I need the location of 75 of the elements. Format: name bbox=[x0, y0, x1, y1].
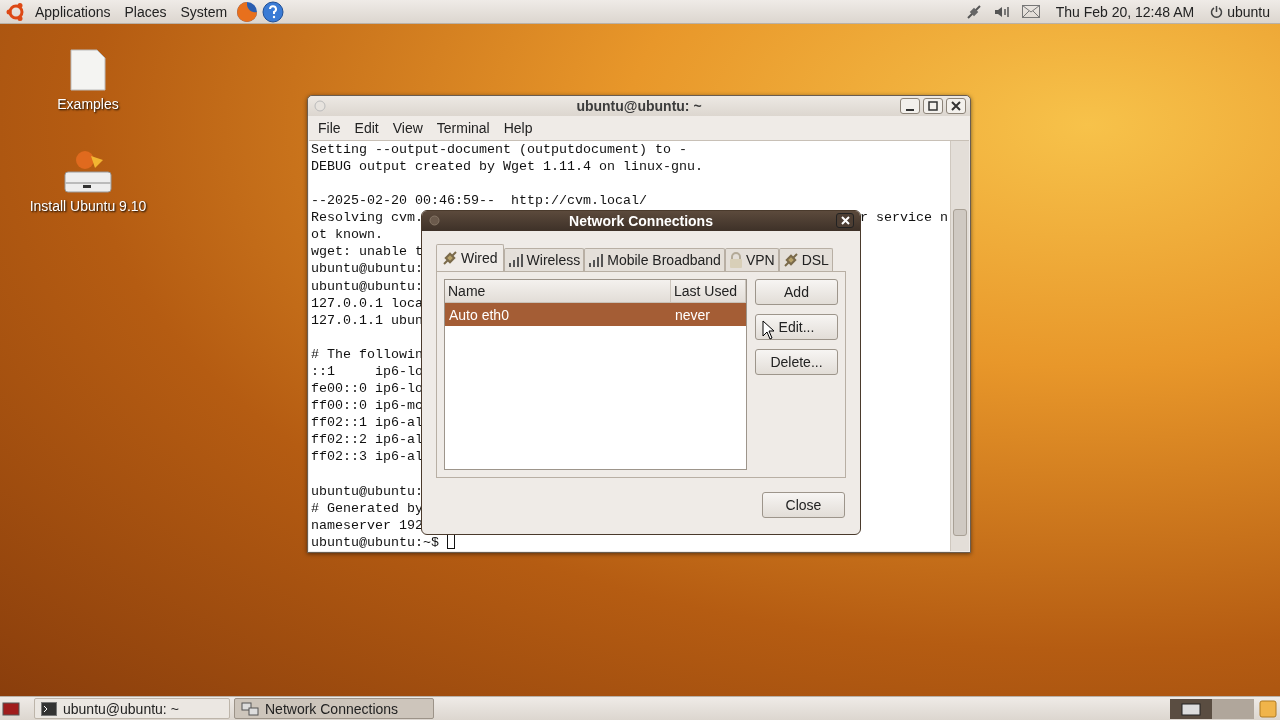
panel-menu[interactable]: Applications bbox=[30, 3, 116, 20]
table-cell-text: never bbox=[674, 305, 712, 325]
plug-icon bbox=[442, 250, 458, 266]
tab[interactable]: VPN bbox=[724, 248, 779, 271]
signal-bars-icon bbox=[507, 253, 524, 267]
menu-item[interactable]: Terminal bbox=[430, 120, 496, 137]
window-title: ubuntu@ubuntu: ~ bbox=[576, 98, 702, 115]
terminal-icon bbox=[41, 701, 57, 716]
action-button[interactable]: Delete... bbox=[755, 349, 838, 375]
terminal-line: ff00::0 ip6-mc bbox=[311, 397, 423, 415]
connection-row[interactable]: Auto eth0 never bbox=[445, 303, 746, 326]
panel-menu[interactable]: Places bbox=[119, 3, 172, 20]
menu-item[interactable]: View bbox=[386, 120, 429, 137]
terminal-line: ff02::1 ip6-al bbox=[311, 414, 423, 432]
terminal-line: ubuntu@ubuntu: bbox=[311, 277, 423, 295]
action-button[interactable]: Edit... bbox=[755, 314, 838, 340]
tab[interactable]: Wired bbox=[436, 244, 504, 271]
terminal-line: wget: unable t bbox=[311, 243, 423, 261]
taskbar-button[interactable]: ubuntu@ubuntu: ~ bbox=[34, 698, 230, 719]
terminal-line: Resolving cvm. bbox=[311, 209, 423, 227]
scrollbar[interactable] bbox=[950, 140, 969, 551]
menu-item[interactable]: Help bbox=[497, 120, 539, 137]
table-cell-text: Auto eth0 bbox=[448, 305, 510, 325]
maximize-button[interactable] bbox=[923, 98, 943, 114]
terminal-line: Setting --output-document (outputdocument) to - bbox=[311, 140, 687, 158]
document-icon bbox=[69, 48, 107, 92]
plug-icon bbox=[782, 252, 799, 268]
close-dialog-button[interactable]: Close bbox=[762, 492, 845, 518]
close-icon bbox=[951, 101, 961, 111]
terminal-line: ubuntu@ubuntu: bbox=[311, 482, 423, 500]
desktop-icon-label[interactable]: Examples bbox=[57, 96, 119, 112]
action-button[interactable]: Add bbox=[755, 279, 838, 305]
help-icon[interactable] bbox=[262, 0, 285, 23]
desktop-icon-label[interactable]: Install Ubuntu 9.10 bbox=[29, 198, 147, 214]
signal-bars-icon bbox=[588, 253, 605, 267]
dialog-title: Network Connections bbox=[569, 213, 713, 229]
terminal-line: ubuntu@ubuntu: bbox=[311, 260, 423, 278]
taskbar-button[interactable]: Network Connections bbox=[234, 698, 434, 719]
mouse-pointer-icon bbox=[762, 320, 775, 340]
terminal-prompt: ubuntu@ubuntu:~$ bbox=[311, 533, 439, 551]
tab[interactable]: Wireless bbox=[503, 248, 585, 271]
column-header[interactable]: Name bbox=[445, 280, 671, 302]
tab[interactable]: Mobile Broadband bbox=[584, 248, 725, 271]
terminal-line: ot known. bbox=[311, 226, 383, 244]
panel-menu[interactable]: System bbox=[175, 3, 233, 20]
workspace-switcher-icon[interactable] bbox=[1170, 698, 1254, 719]
volume-icon[interactable] bbox=[993, 4, 1010, 19]
installer-drive-icon bbox=[63, 148, 113, 194]
mail-icon[interactable] bbox=[1021, 5, 1040, 18]
menu-item[interactable]: Edit bbox=[348, 120, 385, 137]
user-name[interactable]: ubuntu bbox=[1227, 3, 1274, 20]
show-desktop-icon[interactable] bbox=[2, 699, 20, 718]
terminal-line: ::1 ip6-lo bbox=[311, 362, 423, 381]
terminal-line: # The followin bbox=[311, 345, 423, 363]
network-plug-icon[interactable] bbox=[965, 3, 982, 20]
menu-item[interactable]: File bbox=[312, 120, 347, 137]
maximize-icon bbox=[928, 101, 938, 111]
network-computers-icon bbox=[241, 701, 259, 716]
minimize-button[interactable] bbox=[900, 98, 920, 114]
tab[interactable]: DSL bbox=[778, 248, 833, 271]
clock[interactable]: Thu Feb 20, 12:48 AM bbox=[1051, 3, 1199, 20]
lock-icon bbox=[728, 252, 743, 268]
close-button[interactable] bbox=[946, 98, 966, 114]
close-icon bbox=[840, 216, 850, 225]
terminal-line: fe00::0 ip6-lo bbox=[311, 380, 423, 398]
terminal-line: ff02::2 ip6-al bbox=[311, 431, 423, 449]
terminal-line: ff02::3 ip6-al bbox=[311, 448, 423, 466]
ubuntu-logo-icon[interactable] bbox=[6, 1, 26, 22]
power-icon[interactable] bbox=[1210, 4, 1224, 19]
terminal-line: DEBUG output created by Wget 1.11.4 on linux-gnu. bbox=[311, 157, 703, 175]
terminal-line: r service n bbox=[860, 209, 948, 227]
column-header[interactable]: Last Used bbox=[671, 280, 746, 302]
minimize-icon bbox=[906, 108, 914, 111]
close-button[interactable] bbox=[836, 213, 854, 228]
terminal-line: --2025-02-20 00:46:59-- http://cvm.local/ bbox=[311, 192, 647, 210]
